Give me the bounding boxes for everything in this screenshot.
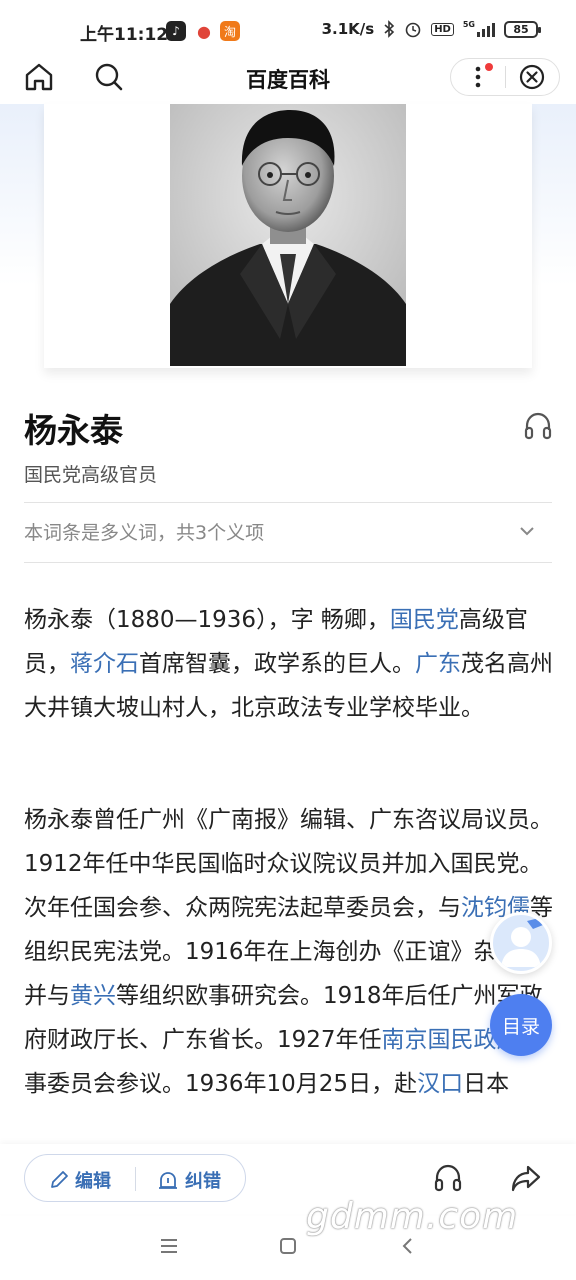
pencil-icon (51, 1171, 68, 1188)
entry-subtitle: 国民党高级官员 (24, 464, 158, 486)
hero-section (0, 104, 576, 384)
assistant-avatar-button[interactable] (490, 912, 552, 974)
pill-divider (135, 1167, 136, 1191)
back-icon[interactable] (398, 1236, 418, 1256)
entry-link[interactable]: 广东 (415, 651, 461, 677)
portrait-photo[interactable] (170, 104, 406, 366)
headphones-icon[interactable] (432, 1162, 464, 1194)
taobao-icon: 淘 (220, 21, 240, 41)
assistant-avatar-icon (501, 917, 543, 967)
tiktok-icon: ♪ (166, 21, 186, 41)
toc-button[interactable]: 目录 (490, 994, 552, 1056)
headphones-icon[interactable] (522, 410, 554, 442)
edit-button[interactable]: 编辑 (49, 1167, 111, 1193)
hd-icon: HD (431, 22, 454, 36)
alert-icon (159, 1172, 177, 1189)
top-nav-bar: 百度百科 (0, 58, 576, 104)
divider (24, 502, 552, 503)
polysemy-label: 本词条是多义词，共3个义项 (24, 522, 265, 544)
close-icon (520, 64, 545, 90)
entry-title: 杨永泰 (24, 411, 123, 450)
chevron-down-icon (520, 527, 534, 536)
report-error-label: 纠错 (185, 1171, 221, 1192)
entry-link[interactable]: 汉口 (417, 1071, 463, 1097)
notification-dot (485, 63, 493, 71)
network-speed: 3.1K/s (321, 20, 375, 38)
signal-5g-icon: 5G (463, 21, 495, 37)
more-button[interactable] (451, 58, 505, 96)
paragraph-text: 杨永泰（1880—1936），字 畅卿， (24, 607, 390, 633)
share-icon[interactable] (510, 1162, 542, 1194)
watermark: gdmm.com (306, 1196, 519, 1237)
polysemy-selector[interactable]: 本词条是多义词，共3个义项 (24, 518, 552, 548)
battery-icon: 85 (504, 20, 541, 38)
close-button[interactable] (506, 58, 559, 96)
report-error-button[interactable]: 纠错 (157, 1167, 221, 1193)
status-time: 上午11:12 (80, 25, 169, 45)
bluetooth-icon (384, 20, 395, 38)
paragraph-career: 杨永泰曾任广州《广南报》编辑、广东咨议局议员。1912年任中华民国临时众议院议员… (24, 798, 554, 1106)
edit-label: 编辑 (75, 1171, 111, 1192)
alarm-icon (405, 22, 421, 38)
divider (24, 562, 552, 563)
paragraph-text: 首席智囊，政学系的巨人。 (139, 651, 415, 677)
home-square-icon[interactable] (278, 1236, 298, 1256)
entry-link[interactable]: 蒋介石 (70, 651, 139, 677)
location-pin-icon: ● (197, 21, 211, 41)
hero-card (44, 104, 532, 368)
entry-link[interactable]: 国民党 (390, 607, 459, 633)
menu-icon[interactable] (158, 1236, 180, 1256)
mini-program-capsule (450, 58, 560, 96)
entry-link[interactable]: 黄兴 (70, 983, 116, 1009)
more-dots-icon (475, 66, 481, 88)
edit-pill: 编辑 纠错 (24, 1154, 246, 1202)
status-bar: 上午11:12 ♪ ● 淘 3.1K/s HD 5G 85 (0, 0, 576, 58)
paragraph-text: 日本 (463, 1071, 510, 1097)
paragraph-summary: 杨永泰（1880—1936），字 畅卿，国民党高级官员，蒋介石首席智囊，政学系的… (24, 598, 554, 730)
